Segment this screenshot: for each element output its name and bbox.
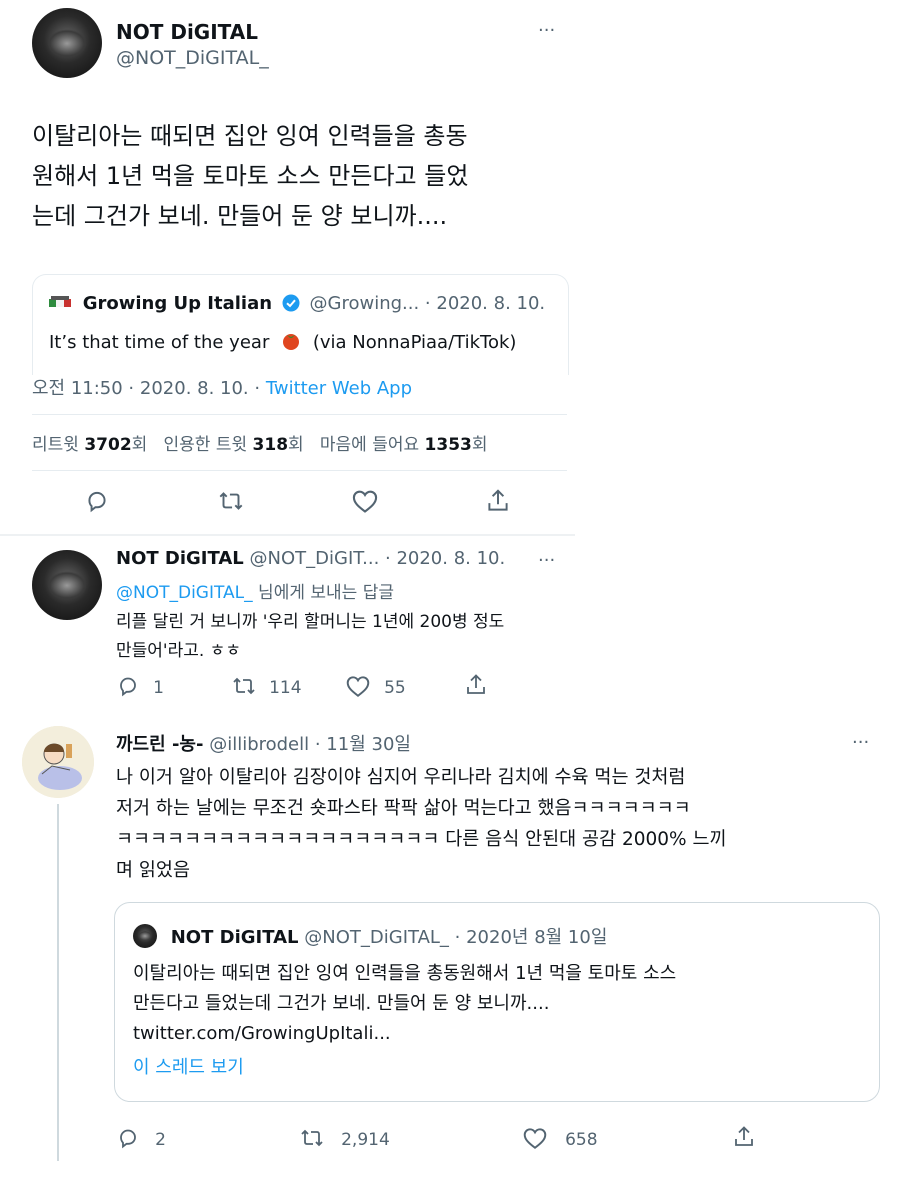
tweet-header: NOT DiGITAL @NOT_DiGIT... · 2020. 8. 10. [116,548,505,569]
display-name[interactable]: NOT DiGITAL [116,20,258,44]
retweet-icon[interactable] [230,674,258,698]
like-count: 658 [565,1130,598,1150]
flag-avatar-icon [49,295,71,311]
like-count: 55 [384,678,406,698]
quote-author-row: NOT DiGITAL @NOT_DiGITAL_ · 2020년 8월 10일 [133,923,607,949]
retweet-action[interactable]: 2,914 [298,1126,390,1150]
retweet-action[interactable]: 114 [230,674,302,698]
tweet-header: 까드린 -농- @illibrodell · 11월 30일 [116,730,411,756]
like-icon[interactable] [351,488,379,514]
tweet-text-line: 이탈리아는 때되면 집안 잉여 인력들을 총동 [32,122,468,150]
avatar[interactable] [32,550,102,620]
handle-date[interactable]: @illibrodell · 11월 30일 [209,734,411,755]
quote-text-line: 이탈리아는 때되면 집안 잉여 인력들을 총동원해서 1년 먹을 토마토 소스 [133,963,677,984]
reply-icon[interactable] [84,488,110,514]
reply-action[interactable]: 2 [116,1126,166,1150]
tweet-text-line: ㅋㅋㅋㅋㅋㅋㅋㅋㅋㅋㅋㅋㅋㅋㅋㅋㅋㅋㅋ 다른 음식 안된대 공감 2000% 느… [116,829,727,850]
illustrated-avatar-icon [22,726,94,798]
tweet-text-line: 저거 하는 날에는 무조건 숏파스타 팍팍 삶아 먹는다고 했음ㅋㅋㅋㅋㅋㅋㅋ [116,798,691,819]
tweet-text-line: 만들어'라고. ㅎㅎ [116,641,241,661]
like-count[interactable]: 마음에 들어요 1353회 [320,435,488,455]
quoted-tweet-card[interactable]: Growing Up Italian @Growing... · 2020. 8… [32,274,569,375]
reply-to-handle[interactable]: @NOT_DiGITAL_ [116,583,253,603]
more-icon[interactable]: ··· [852,732,869,753]
reply-to-line: @NOT_DiGITAL_ 님에게 보내는 답글 [116,578,394,603]
reply-icon[interactable] [116,1126,140,1150]
display-name[interactable]: NOT DiGITAL [116,548,244,569]
quote-text-part: It’s that time of the year [49,332,270,353]
tweet-text: 나 이거 알아 이탈리아 김장이야 심지어 우리나라 김치에 수육 먹는 것처럼… [116,762,727,886]
share-icon[interactable] [485,487,511,515]
reply-icon[interactable] [116,674,140,698]
show-thread-link[interactable]: 이 스레드 보기 [133,1053,244,1079]
tweet-text-line: 며 읽었음 [116,860,190,881]
tweet-stats: 리트윗 3702회 인용한 트윗 318회 마음에 들어요 1353회 [32,430,488,455]
retweet-icon[interactable] [298,1126,326,1150]
like-action[interactable]: 55 [345,674,406,698]
quote-display-name[interactable]: NOT DiGITAL [171,927,299,948]
quote-text-line: 만든다고 들었는데 그건가 보네. 만들어 둔 양 보니까.... [133,993,550,1014]
display-name[interactable]: 까드린 -농- [116,734,203,755]
more-icon[interactable]: ··· [538,550,555,571]
source-link[interactable]: Twitter Web App [266,378,412,399]
quoted-tweet-card[interactable]: NOT DiGITAL @NOT_DiGITAL_ · 2020년 8월 10일… [114,902,880,1102]
verified-badge-icon [282,294,300,312]
tweet-text-line: 원해서 1년 먹을 토마토 소스 만든다고 들었 [32,162,469,190]
avatar[interactable] [32,8,102,78]
tweet-timestamp: 오전 11:50 · 2020. 8. 10. · Twitter Web Ap… [32,374,412,400]
tweet-text-line: 는데 그건가 보네. 만들어 둔 양 보니까.... [32,202,448,230]
tweet-text: 이탈리아는 때되면 집안 잉여 인력들을 총동 원해서 1년 먹을 토마토 소스… [32,116,572,236]
avatar[interactable] [22,726,94,798]
tweet-text: 리플 달린 거 보니까 '우리 할머니는 1년에 200병 정도 만들어'라고.… [116,608,504,666]
reply-action[interactable]: 1 [116,674,164,698]
reply-count: 2 [155,1130,166,1150]
timestamp-text[interactable]: 오전 11:50 · 2020. 8. 10. · [32,378,266,399]
tomato-emoji-icon [281,331,301,351]
like-action[interactable]: 658 [522,1126,598,1150]
share-icon[interactable] [732,1124,756,1150]
quote-handle-date[interactable]: @Growing... · 2020. 8. 10. [310,293,546,314]
quote-text: It’s that time of the year (via NonnaPia… [49,331,516,353]
handle-date[interactable]: @NOT_DiGIT... · 2020. 8. 10. [250,548,506,569]
like-icon[interactable] [345,674,371,698]
handle[interactable]: @NOT_DiGITAL_ [116,47,269,69]
retweet-count[interactable]: 리트윗 3702회 [32,435,147,455]
quote-text: 이탈리아는 때되면 집안 잉여 인력들을 총동원해서 1년 먹을 토마토 소스 … [133,959,676,1049]
share-icon[interactable] [464,672,488,698]
quote-handle-date[interactable]: @NOT_DiGITAL_ · 2020년 8월 10일 [304,927,607,948]
quote-avatar [133,924,157,948]
quote-text-part: (via NonnaPiaa/TikTok) [312,332,517,353]
reply-count: 1 [153,678,164,698]
more-icon[interactable]: ··· [538,20,555,41]
quote-url[interactable]: twitter.com/GrowingUpItali... [133,1019,676,1049]
retweet-icon[interactable] [216,488,246,514]
quote-display-name[interactable]: Growing Up Italian [83,293,272,314]
tweet-text-line: 리플 달린 거 보니까 '우리 할머니는 1년에 200병 정도 [116,612,505,632]
quote-count[interactable]: 인용한 트윗 318회 [164,435,304,455]
like-icon[interactable] [522,1126,548,1150]
reply-to-suffix: 님에게 보내는 답글 [252,583,394,603]
quote-author-row: Growing Up Italian @Growing... · 2020. 8… [49,293,545,314]
thread-line [57,804,59,1161]
retweet-count: 114 [269,678,302,698]
retweet-count: 2,914 [341,1130,390,1150]
tweet-text-line: 나 이거 알아 이탈리아 김장이야 심지어 우리나라 김치에 수육 먹는 것처럼 [116,767,686,788]
